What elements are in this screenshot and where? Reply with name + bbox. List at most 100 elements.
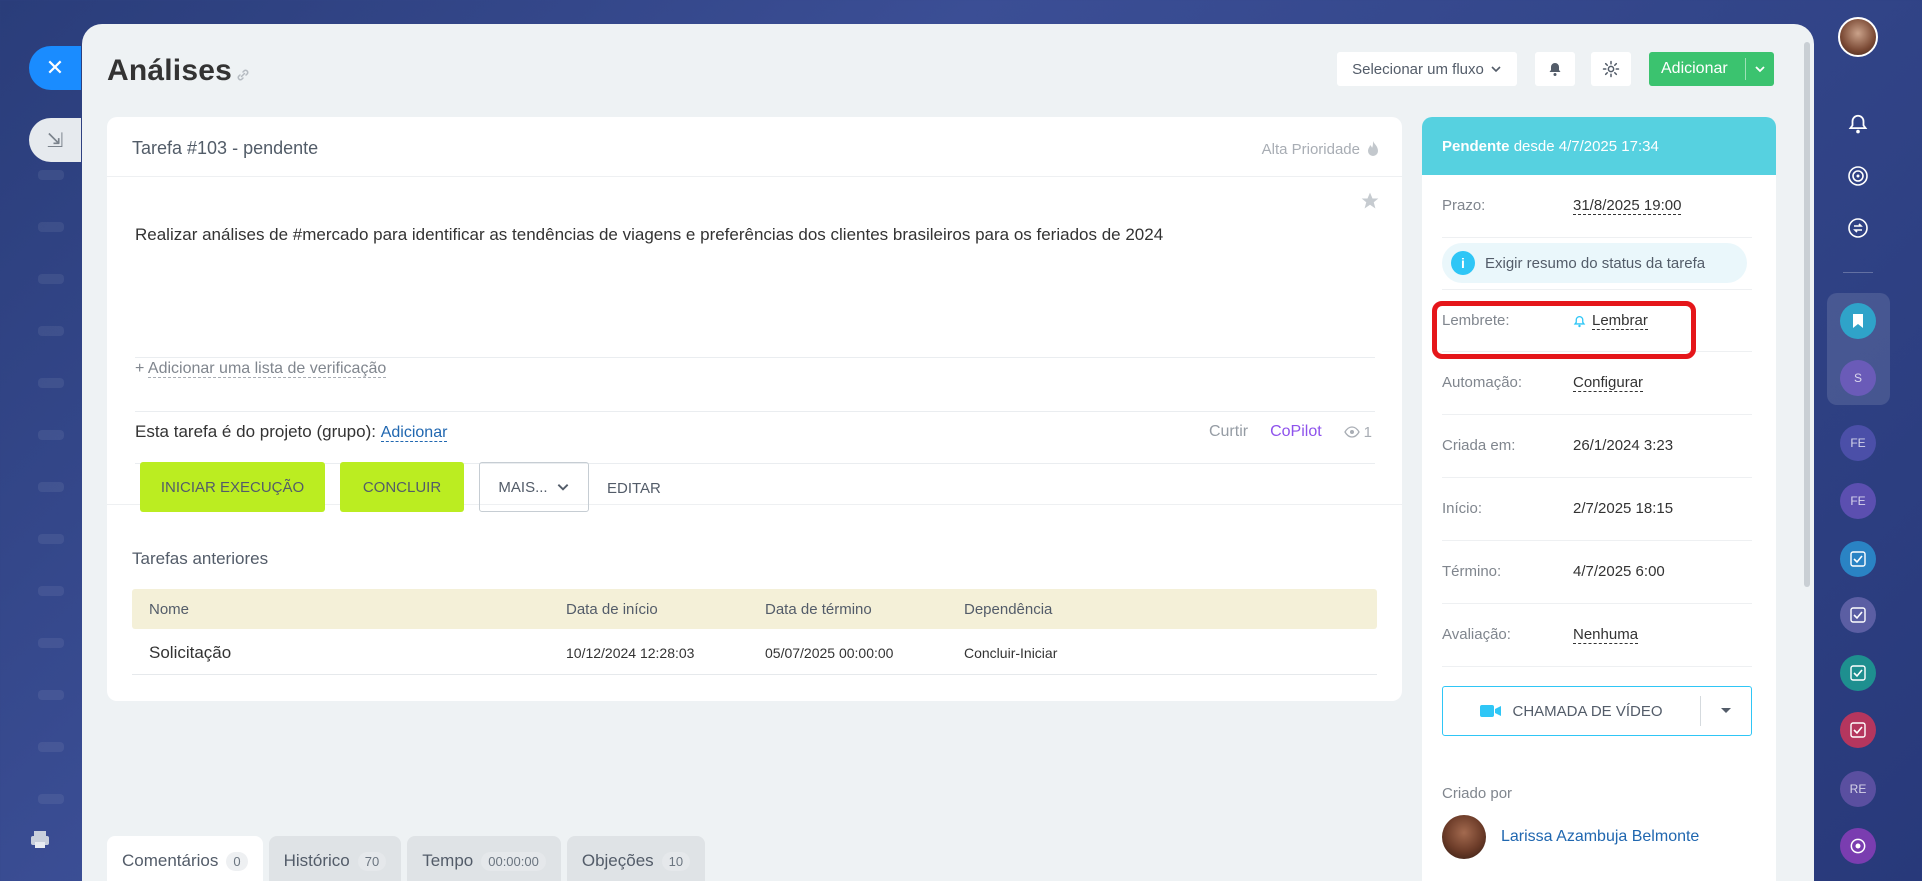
tab-history[interactable]: Histórico 70 [268,836,402,881]
created-by-label: Criado por [1442,785,1513,802]
rail-notifications[interactable] [1840,106,1876,142]
status-header: Pendente desde 4/7/2025 17:34 [1422,117,1776,175]
rail-sync[interactable] [1840,210,1876,246]
like-button[interactable]: Curtir [1209,423,1248,441]
deadline-value[interactable]: 31/8/2025 19:00 [1573,197,1682,215]
copy-link-icon[interactable] [234,66,252,84]
previous-tasks-card: Tarefas anteriores Nome Data de início D… [107,514,1402,701]
rail-chat-fe-1[interactable]: FE [1840,425,1876,461]
bell-icon [1848,114,1868,134]
rail-chat-s[interactable]: S [1840,360,1876,396]
automation-link[interactable]: Configurar [1573,374,1644,392]
task-title: Tarefa #103 - pendente [132,138,319,158]
table-header: Nome Data de início Data de término Depe… [132,589,1377,629]
rail-task-2[interactable] [1840,597,1876,633]
notifications-button[interactable] [1535,52,1575,86]
task-description: Realizar análises de #mercado para ident… [135,225,1164,244]
status-since: desde 4/7/2025 17:34 [1513,138,1659,155]
task-panel: Análises Selecionar um fluxo Adicionar T… [82,24,1814,881]
start-execution-button[interactable]: INICIAR EXECUÇÃO [140,462,325,512]
minimize-slider-button[interactable]: ⇲ [29,118,81,162]
add-checklist[interactable]: + Adicionar uma lista de verificação [135,360,387,378]
star-icon[interactable] [1360,191,1380,211]
column-end: Data de término [765,601,872,618]
rail-target[interactable] [1840,158,1876,194]
flow-select[interactable]: Selecionar um fluxo [1337,52,1517,86]
tab-comments[interactable]: Comentários 0 [107,836,263,881]
video-call-menu[interactable] [1701,707,1751,715]
column-name: Nome [149,601,190,618]
rating-link[interactable]: Nenhuma [1573,626,1639,644]
bookmark-icon [1853,314,1863,328]
start-row: Início: 2/7/2025 18:15 [1442,478,1752,541]
task-check-icon [1850,722,1866,738]
copilot-button[interactable]: CoPilot [1270,423,1322,441]
minimize-icon: ⇲ [46,129,64,152]
scrollbar[interactable] [1804,42,1810,587]
rating-row: Avaliação: Nenhuma [1442,604,1752,667]
finish-button[interactable]: CONCLUIR [340,462,464,512]
status-summary-toggle[interactable]: i Exigir resumo do status da tarefa [1442,243,1747,283]
settings-button[interactable] [1591,52,1631,86]
add-menu-chevron[interactable] [1746,63,1774,75]
project-row: Esta tarefa é do projeto (grupo): Adicio… [135,422,448,442]
priority-toggle[interactable]: Alta Prioridade [1262,140,1380,158]
target-icon [1848,166,1868,186]
video-call-button[interactable]: CHAMADA DE VÍDEO [1442,686,1752,736]
priority-label: Alta Prioridade [1261,140,1360,158]
video-camera-icon [1480,705,1502,717]
row-start: 10/12/2024 12:28:03 [566,645,695,661]
rail-task-3[interactable] [1840,655,1876,691]
gear-icon [1602,60,1620,78]
start-value: 2/7/2025 18:15 [1573,500,1674,517]
chevron-down-icon [1491,66,1501,73]
table-row[interactable]: Solicitação 10/12/2024 12:28:03 05/07/20… [132,629,1377,675]
created-value: 26/1/2024 3:23 [1573,437,1674,454]
eye-icon [1343,426,1360,438]
tab-time[interactable]: Tempo 00:00:00 [407,836,561,881]
background-menu [30,170,70,846]
project-label: Esta tarefa é do projeto (grupo): [135,422,376,441]
creator[interactable]: Larissa Azambuja Belmonte [1442,815,1699,859]
task-header: Tarefa #103 - pendente Alta Prioridade [107,117,1402,177]
add-checklist-link[interactable]: Adicionar uma lista de verificação [147,360,387,378]
tab-objections[interactable]: Objeções 10 [566,836,706,881]
flame-icon [1368,141,1378,156]
rail-copilot[interactable] [1840,828,1876,864]
flow-select-label: Selecionar um fluxo [1352,60,1484,78]
more-button[interactable]: MAIS... [479,462,589,512]
rail-chat-re[interactable]: RE [1840,771,1876,807]
previous-tasks-title: Tarefas anteriores [132,549,269,568]
add-button-label: Adicionar [1661,60,1728,77]
social-bar: Curtir CoPilot 1 [1209,423,1372,441]
page-title: Análises [107,54,232,87]
column-dependency: Dependência [964,601,1053,618]
row-dependency: Concluir-Iniciar [964,645,1058,661]
deadline-row: Prazo: 31/8/2025 19:00 [1442,175,1752,238]
rail-task-4[interactable] [1840,712,1876,748]
rail-task-1[interactable] [1840,541,1876,577]
created-row: Criada em: 26/1/2024 3:23 [1442,415,1752,478]
creator-name[interactable]: Larissa Azambuja Belmonte [1501,828,1699,846]
chevron-down-icon [1755,66,1765,73]
close-icon: ✕ [45,55,65,80]
end-value: 4/7/2025 6:00 [1573,563,1665,580]
end-row: Término: 4/7/2025 6:00 [1442,541,1752,604]
chevron-down-icon [557,484,568,491]
print-icon[interactable] [28,828,52,852]
task-check-icon [1850,607,1866,623]
close-slider-button[interactable]: ✕ [29,46,81,90]
add-project-link[interactable]: Adicionar [380,424,448,442]
user-avatar[interactable] [1838,17,1878,57]
row-name[interactable]: Solicitação [149,643,231,663]
task-check-icon [1850,551,1866,567]
reminder-highlight [1432,301,1696,359]
copilot-icon [1850,838,1866,854]
add-button[interactable]: Adicionar [1649,52,1774,86]
edit-button[interactable]: EDITAR [607,480,661,497]
rail-chat-fe-2[interactable]: FE [1840,483,1876,519]
status-label: Pendente [1442,138,1510,155]
rail-bookmark[interactable] [1840,303,1876,339]
avatar[interactable] [1442,815,1486,859]
more-button-label: MAIS... [498,478,548,496]
